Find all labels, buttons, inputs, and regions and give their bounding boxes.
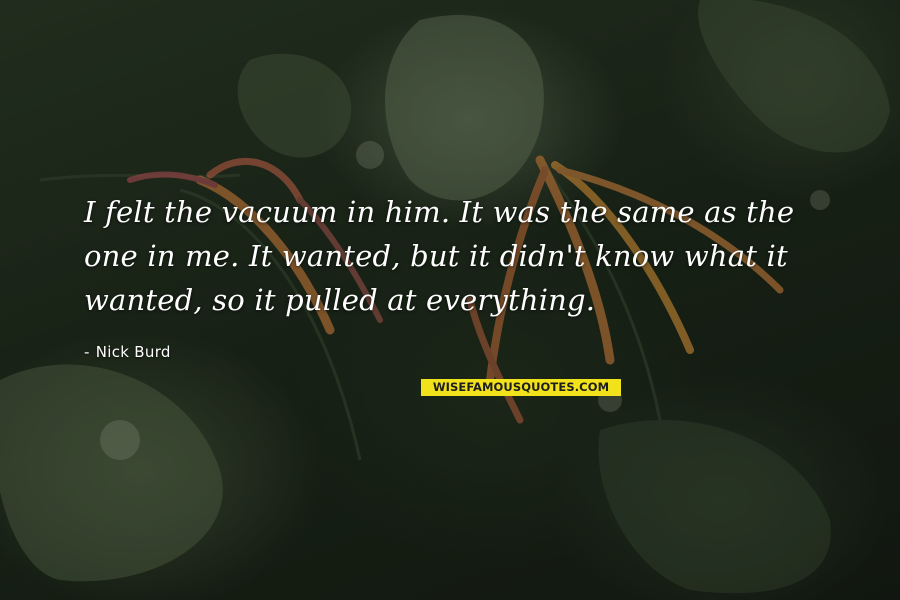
author-dash: - xyxy=(84,343,90,361)
quote-line: one in me. It wanted, but it didn't know… xyxy=(84,239,788,273)
quote-image: I felt the vacuum in him. It was the sam… xyxy=(0,0,900,600)
quote-line: I felt the vacuum in him. It was the sam… xyxy=(84,195,795,229)
author-name: Nick Burd xyxy=(95,343,171,361)
quote-author: - Nick Burd xyxy=(84,343,171,361)
quote-line: wanted, so it pulled at everything. xyxy=(84,283,596,317)
site-watermark: WISEFAMOUSQUOTES.COM xyxy=(421,379,621,396)
quote-text: I felt the vacuum in him. It was the sam… xyxy=(84,190,854,322)
